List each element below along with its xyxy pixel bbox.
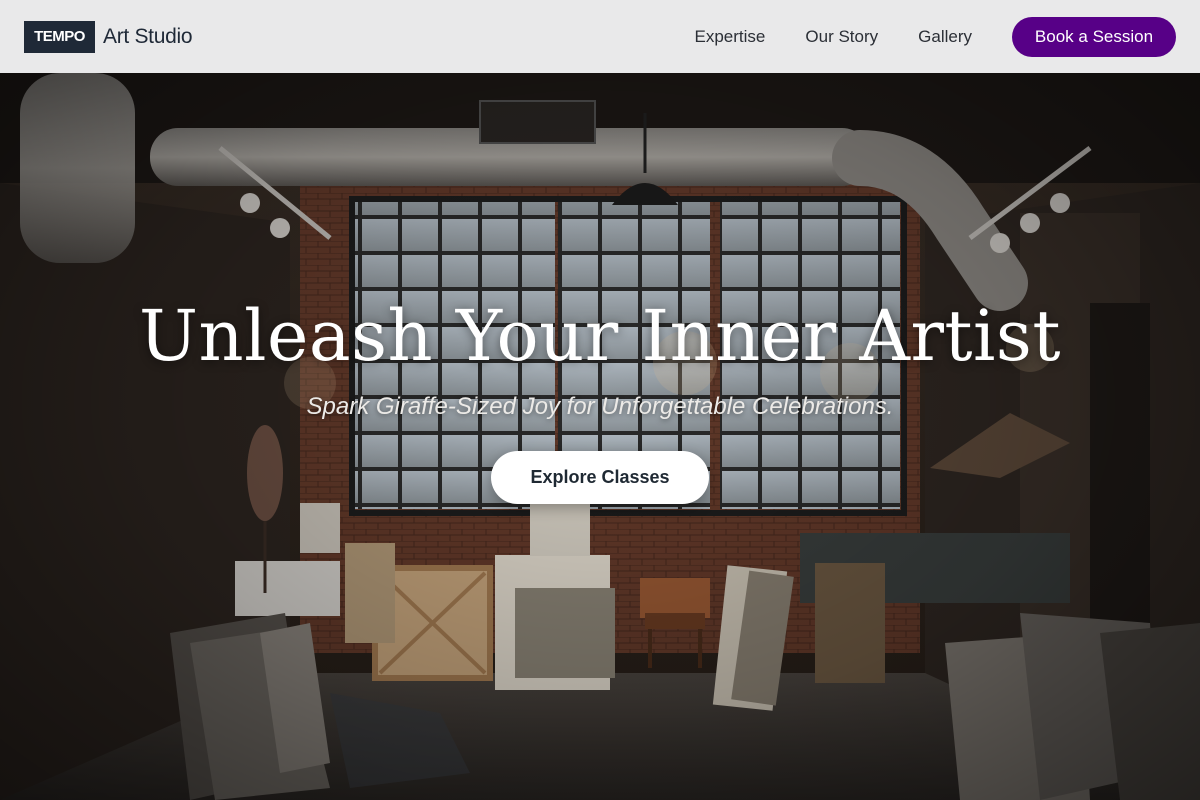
logo-text: Art Studio [103, 24, 193, 48]
nav-link-our-story[interactable]: Our Story [805, 27, 878, 47]
logo[interactable]: TEMPO Art Studio [24, 20, 193, 53]
hero-content: Unleash Your Inner Artist Spark Giraffe-… [0, 298, 1200, 504]
nav-link-gallery[interactable]: Gallery [918, 27, 972, 47]
hero-title: Unleash Your Inner Artist [139, 295, 1061, 377]
book-session-button[interactable]: Book a Session [1012, 16, 1176, 57]
hero-subtitle: Spark Giraffe-Sized Joy for Unforgettabl… [306, 393, 894, 420]
explore-classes-button[interactable]: Explore Classes [491, 451, 709, 504]
main-nav: Expertise Our Story Gallery [695, 27, 972, 47]
nav-link-expertise[interactable]: Expertise [695, 27, 766, 47]
logo-badge: TEMPO [24, 20, 95, 53]
site-header: TEMPO Art Studio Expertise Our Story Gal… [0, 0, 1200, 73]
hero-section: Unleash Your Inner Artist Spark Giraffe-… [0, 73, 1200, 800]
page: TEMPO Art Studio Expertise Our Story Gal… [0, 0, 1200, 800]
